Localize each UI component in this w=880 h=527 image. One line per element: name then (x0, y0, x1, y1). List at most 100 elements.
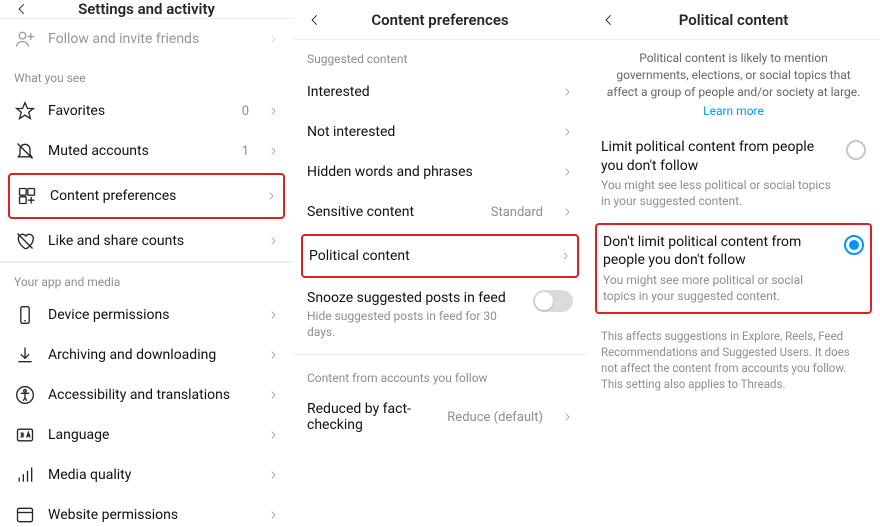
chevron-right-icon (561, 412, 573, 422)
row-label: Not interested (307, 124, 549, 140)
chevron-right-icon (267, 350, 279, 360)
chevron-right-icon (267, 310, 279, 320)
row-sublabel: Hide suggested posts in feed for 30 days… (307, 308, 521, 340)
row-label: Follow and invite friends (48, 31, 255, 47)
page-title: Content preferences (371, 11, 508, 29)
dont-limit-option[interactable]: Don't limit political content from peopl… (597, 227, 870, 310)
muted-accounts-row[interactable]: Muted accounts 1 (0, 131, 293, 171)
learn-more-link[interactable]: Learn more (587, 104, 880, 128)
option-sublabel: You might see less political or social t… (601, 177, 836, 209)
row-label: Website permissions (48, 507, 255, 523)
row-label: Archiving and downloading (48, 347, 255, 363)
browser-icon (14, 504, 36, 526)
chevron-right-icon (267, 470, 279, 480)
row-meta: Reduce (default) (447, 410, 543, 425)
content-pref-icon (16, 185, 38, 207)
chevron-right-icon (267, 236, 279, 246)
row-label: Hidden words and phrases (307, 164, 549, 180)
chevron-right-icon (267, 106, 279, 116)
row-label: Interested (307, 84, 549, 100)
row-label: Political content (309, 248, 547, 264)
bell-off-icon (14, 140, 36, 162)
snooze-row[interactable]: Snooze suggested posts in feed Hide sugg… (293, 280, 587, 350)
device-icon (14, 304, 36, 326)
chevron-right-icon (265, 191, 277, 201)
footnote-text: This affects suggestions in Explore, Ree… (587, 318, 880, 402)
row-label: Reduced by fact-checking (307, 401, 435, 433)
header: Content preferences (293, 0, 587, 40)
row-meta: 1 (242, 144, 249, 159)
header: Political content (587, 0, 880, 40)
accessibility-icon (14, 384, 36, 406)
row-label: Content preferences (50, 188, 253, 204)
highlight-box: Political content (301, 234, 579, 278)
highlight-box: Content preferences (8, 173, 285, 219)
accessibility-row[interactable]: Accessibility and translations (0, 375, 293, 415)
divider (293, 354, 587, 355)
add-person-icon (14, 28, 36, 50)
row-label: Muted accounts (48, 143, 230, 159)
row-label: Sensitive content (307, 204, 479, 220)
page-title: Settings and activity (78, 0, 215, 18)
archiving-row[interactable]: Archiving and downloading (0, 335, 293, 375)
row-label: Device permissions (48, 307, 255, 323)
row-meta: 0 (242, 104, 249, 119)
chevron-right-icon (267, 430, 279, 440)
row-label: Like and share counts (48, 233, 255, 249)
section-follow-accounts: Content from accounts you follow (293, 359, 587, 391)
option-sublabel: You might see more political or social t… (603, 272, 834, 304)
chevron-right-icon (561, 87, 573, 97)
not-interested-row[interactable]: Not interested (293, 112, 587, 152)
chevron-right-icon (561, 127, 573, 137)
like-share-counts-row[interactable]: Like and share counts (0, 221, 293, 261)
political-content-row[interactable]: Political content (303, 236, 577, 276)
highlight-box: Don't limit political content from peopl… (595, 223, 872, 314)
signal-icon (14, 464, 36, 486)
content-preferences-row[interactable]: Content preferences (10, 175, 283, 217)
radio-unselected[interactable] (846, 140, 866, 160)
intro-text: Political content is likely to mention g… (587, 40, 880, 104)
chevron-right-icon (267, 390, 279, 400)
device-permissions-row[interactable]: Device permissions (0, 295, 293, 335)
limit-option[interactable]: Limit political content from people you … (587, 128, 880, 219)
radio-selected[interactable] (844, 235, 864, 255)
language-row[interactable]: Language (0, 415, 293, 455)
follow-invite-row[interactable]: Follow and invite friends (0, 19, 293, 59)
chevron-right-icon (267, 146, 279, 156)
option-label: Limit political content from people you … (601, 138, 836, 174)
row-meta: Standard (491, 205, 543, 220)
star-icon (14, 100, 36, 122)
header: Settings and activity (0, 0, 293, 19)
back-button[interactable] (301, 6, 329, 34)
section-what-you-see: What you see (0, 59, 293, 91)
political-content-panel: Political content Political content is l… (587, 0, 880, 527)
language-icon (14, 424, 36, 446)
chevron-right-icon (267, 34, 279, 44)
row-label: Favorites (48, 103, 230, 119)
fact-checking-row[interactable]: Reduced by fact-checking Reduce (default… (293, 391, 587, 443)
chevron-right-icon (267, 510, 279, 520)
section-suggested: Suggested content (293, 40, 587, 72)
hidden-words-row[interactable]: Hidden words and phrases (293, 152, 587, 192)
option-label: Don't limit political content from peopl… (603, 233, 834, 269)
website-permissions-row[interactable]: Website permissions (0, 495, 293, 527)
media-quality-row[interactable]: Media quality (0, 455, 293, 495)
row-label: Accessibility and translations (48, 387, 255, 403)
download-icon (14, 344, 36, 366)
row-label: Language (48, 427, 255, 443)
back-button[interactable] (595, 6, 623, 34)
row-label: Snooze suggested posts in feed (307, 290, 521, 306)
section-app-media: Your app and media (0, 263, 293, 295)
content-preferences-panel: Content preferences Suggested content In… (293, 0, 587, 527)
settings-panel: Settings and activity Follow and invite … (0, 0, 293, 527)
page-title: Political content (679, 11, 788, 29)
chevron-right-icon (559, 251, 571, 261)
heart-off-icon (14, 230, 36, 252)
favorites-row[interactable]: Favorites 0 (0, 91, 293, 131)
interested-row[interactable]: Interested (293, 72, 587, 112)
chevron-right-icon (561, 167, 573, 177)
snooze-toggle[interactable] (533, 290, 573, 312)
sensitive-content-row[interactable]: Sensitive content Standard (293, 192, 587, 232)
chevron-right-icon (561, 207, 573, 217)
row-label: Media quality (48, 467, 255, 483)
